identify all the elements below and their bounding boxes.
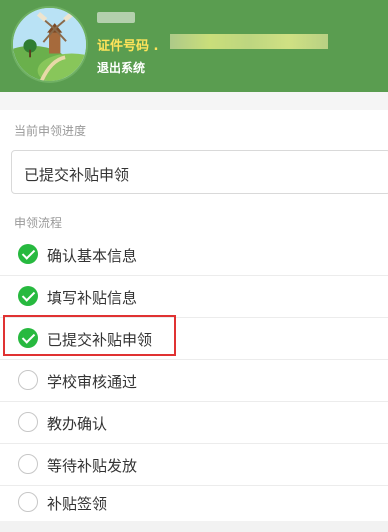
flow-step-label: 等待补贴发放 (47, 457, 138, 475)
check-icon (18, 286, 38, 306)
empty-circle-icon (18, 454, 38, 474)
flow-section-title: 申领流程 (14, 216, 63, 230)
section-separator (0, 92, 388, 110)
user-name-mask (97, 12, 135, 23)
bottom-band (0, 521, 388, 532)
empty-circle-icon (18, 412, 38, 432)
flow-step-label: 填写补贴信息 (47, 289, 138, 307)
check-icon (18, 244, 38, 264)
flow-step: 补贴签领 (0, 481, 388, 523)
user-header: 证件号码 . 退出系统 (0, 0, 388, 92)
current-progress-field: 已提交补贴申领 (11, 150, 388, 194)
flow-step-label: 确认基本信息 (47, 247, 138, 265)
flow-step-label: 学校审核通过 (47, 373, 138, 391)
flow-step: 教办确认 (0, 401, 388, 443)
progress-section-title: 当前申领进度 (14, 124, 87, 138)
flow-step: 学校审核通过 (0, 359, 388, 401)
flow-step-label: 教办确认 (47, 415, 108, 433)
empty-circle-icon (18, 370, 38, 390)
empty-circle-icon (18, 492, 38, 512)
id-number-label: 证件号码 . (97, 39, 159, 54)
flow-step: 填写补贴信息 (0, 275, 388, 317)
flow-step: 等待补贴发放 (0, 443, 388, 485)
flow-step-label: 补贴签领 (47, 495, 108, 513)
id-number-mask (170, 34, 328, 49)
windmill-avatar-icon (13, 8, 86, 81)
logout-link[interactable]: 退出系统 (97, 59, 145, 76)
flow-step: 确认基本信息 (0, 233, 388, 275)
highlight-box (3, 315, 176, 356)
current-progress-value: 已提交补贴申领 (24, 166, 130, 184)
avatar (11, 6, 88, 83)
